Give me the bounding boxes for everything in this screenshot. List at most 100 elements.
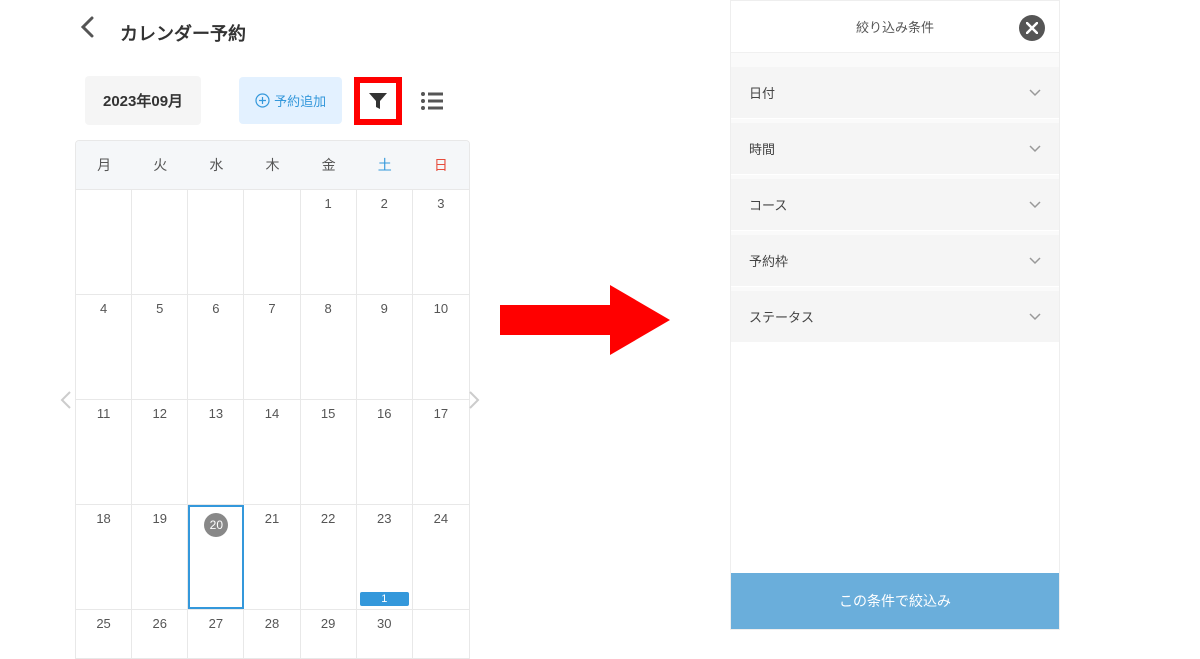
day-number: 18: [96, 511, 110, 526]
day-number: 28: [265, 616, 279, 631]
day-number: 22: [321, 511, 335, 526]
filter-button[interactable]: [354, 77, 402, 125]
calendar-day-cell[interactable]: 22: [301, 505, 357, 609]
calendar-day-cell: [244, 190, 300, 294]
calendar-day-cell[interactable]: 30: [357, 610, 413, 658]
add-reservation-button[interactable]: 予約追加: [239, 77, 342, 124]
calendar-day-cell[interactable]: 27: [188, 610, 244, 658]
calendar-day-cell[interactable]: 14: [244, 400, 300, 504]
calendar-day-cell[interactable]: 1: [301, 190, 357, 294]
chevron-down-icon: [1029, 141, 1041, 156]
day-number: 1: [325, 196, 332, 211]
day-number: 9: [381, 301, 388, 316]
calendar-day-cell[interactable]: 16: [357, 400, 413, 504]
page-title: カレンダー予約: [120, 20, 246, 46]
calendar-day-cell: [76, 190, 132, 294]
calendar-day-cell[interactable]: 11: [76, 400, 132, 504]
filter-item-label: 予約枠: [749, 251, 788, 270]
calendar-day-cell[interactable]: 13: [188, 400, 244, 504]
day-number: 8: [325, 301, 332, 316]
chevron-down-icon: [1029, 309, 1041, 324]
dow-label: 木: [244, 141, 300, 189]
chevron-left-icon: [80, 16, 94, 38]
day-number: 5: [156, 301, 163, 316]
filter-item[interactable]: 日付: [731, 67, 1059, 119]
calendar-day-cell[interactable]: 4: [76, 295, 132, 399]
chevron-left-icon: [60, 390, 72, 410]
calendar-day-cell[interactable]: 2: [357, 190, 413, 294]
close-button[interactable]: [1019, 15, 1045, 41]
calendar-day-cell: [188, 190, 244, 294]
filter-item[interactable]: 時間: [731, 123, 1059, 175]
calendar-day-cell[interactable]: 10: [413, 295, 469, 399]
calendar-day-cell[interactable]: 24: [413, 505, 469, 609]
calendar-day-cell[interactable]: 26: [132, 610, 188, 658]
calendar-day-cell[interactable]: 6: [188, 295, 244, 399]
back-button[interactable]: [80, 16, 94, 43]
calendar-day-cell[interactable]: 21: [244, 505, 300, 609]
chevron-down-icon: [1029, 253, 1041, 268]
day-number: 11: [97, 406, 111, 421]
calendar-day-cell[interactable]: 18: [76, 505, 132, 609]
day-number: 15: [321, 406, 335, 421]
filter-item-label: 時間: [749, 139, 775, 158]
day-number: 16: [377, 406, 391, 421]
calendar-day-cell[interactable]: 8: [301, 295, 357, 399]
day-number: 26: [152, 616, 166, 631]
day-number: 30: [377, 616, 391, 631]
calendar-day-cell[interactable]: 15: [301, 400, 357, 504]
arrow-annotation: [490, 270, 680, 375]
calendar-day-cell[interactable]: 17: [413, 400, 469, 504]
dow-label: 月: [76, 141, 132, 189]
calendar-next-button[interactable]: [468, 390, 480, 415]
day-number: 13: [209, 406, 223, 421]
filter-item[interactable]: コース: [731, 179, 1059, 231]
calendar-prev-button[interactable]: [60, 390, 72, 415]
chevron-right-icon: [468, 390, 480, 410]
day-number: 24: [434, 511, 448, 526]
dow-label: 火: [132, 141, 188, 189]
day-number: 3: [437, 196, 444, 211]
month-selector[interactable]: 2023年09月: [85, 76, 201, 125]
list-view-button[interactable]: [417, 86, 447, 116]
apply-filter-button[interactable]: この条件で絞込み: [731, 573, 1059, 629]
day-number: 2: [381, 196, 388, 211]
calendar-day-cell[interactable]: 28: [244, 610, 300, 658]
day-number: 14: [265, 406, 279, 421]
calendar-day-cell: [413, 610, 469, 658]
calendar-day-cell[interactable]: 3: [413, 190, 469, 294]
day-number: 7: [268, 301, 275, 316]
calendar-day-cell[interactable]: 29: [301, 610, 357, 658]
calendar-day-cell[interactable]: 19: [132, 505, 188, 609]
list-icon: [421, 92, 443, 110]
add-reservation-label: 予約追加: [274, 91, 326, 110]
filter-item-label: コース: [749, 195, 787, 214]
calendar-day-cell[interactable]: 12: [132, 400, 188, 504]
calendar-day-cell[interactable]: 23 1: [357, 505, 413, 609]
funnel-icon: [368, 92, 388, 110]
calendar-day-cell[interactable]: 7: [244, 295, 300, 399]
day-number: 23: [377, 511, 391, 526]
day-number: 25: [96, 616, 110, 631]
filter-item[interactable]: 予約枠: [731, 235, 1059, 287]
filter-panel-title: 絞り込み条件: [856, 17, 934, 36]
day-number: 20: [204, 513, 228, 537]
day-number: 27: [209, 616, 223, 631]
plus-circle-icon: [255, 93, 270, 108]
calendar-day-cell[interactable]: 25: [76, 610, 132, 658]
day-number: 4: [100, 301, 107, 316]
calendar-day-cell[interactable]: 9: [357, 295, 413, 399]
chevron-down-icon: [1029, 85, 1041, 100]
day-number: 19: [152, 511, 166, 526]
dow-label: 日: [413, 141, 469, 189]
calendar-day-cell: [132, 190, 188, 294]
reservation-count-badge: 1: [360, 592, 409, 606]
calendar-day-cell[interactable]: 5: [132, 295, 188, 399]
filter-item-label: ステータス: [749, 307, 814, 326]
dow-label: 土: [357, 141, 413, 189]
day-number: 29: [321, 616, 335, 631]
close-icon: [1026, 22, 1038, 34]
calendar-day-cell[interactable]: 20: [188, 505, 244, 609]
filter-item[interactable]: ステータス: [731, 291, 1059, 343]
day-number: 6: [212, 301, 219, 316]
